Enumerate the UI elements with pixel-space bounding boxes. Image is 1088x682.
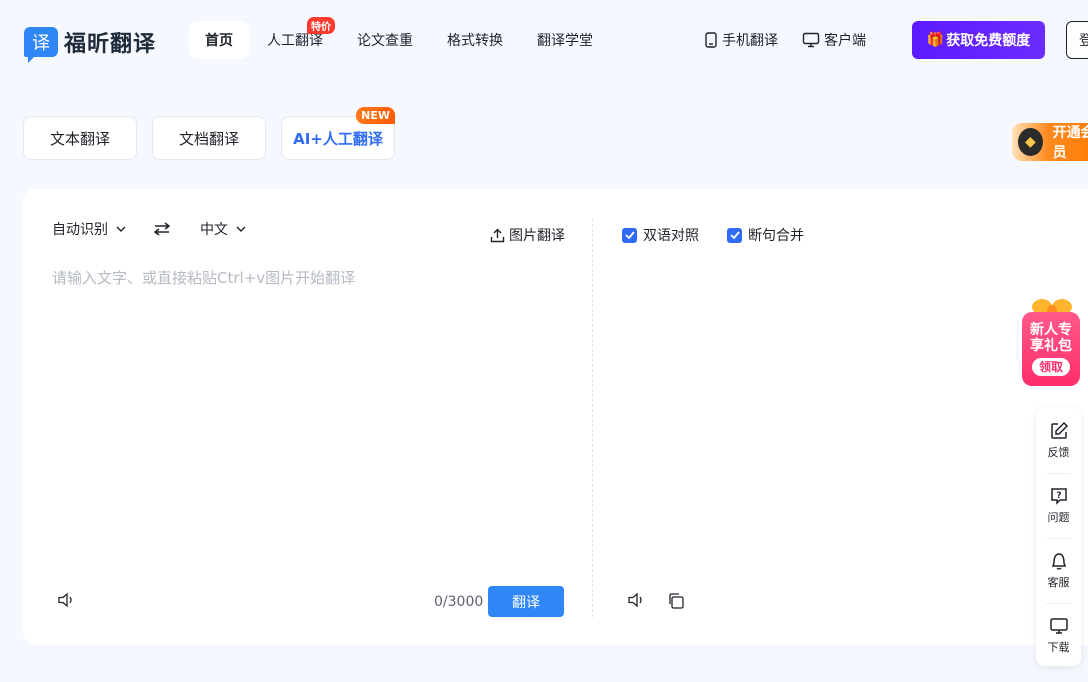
get-free-quota-button[interactable]: 🎁 获取免费额度 <box>912 21 1045 59</box>
image-translate-button[interactable]: 图片翻译 <box>490 225 565 245</box>
source-language-select[interactable]: 自动识别 <box>52 219 126 239</box>
get-free-quota-label: 获取免费额度 <box>946 33 1031 49</box>
login-button[interactable]: 登录 <box>1066 21 1088 59</box>
speaker-icon <box>58 592 72 608</box>
nav-human-translation[interactable]: 人工翻译 特价 <box>251 17 339 59</box>
gift-line1: 新人专 <box>1030 322 1072 338</box>
copy-button[interactable] <box>667 592 685 614</box>
translator-card: 自动识别 中文 图片翻译 请输入文字、或直接粘贴Ctrl+v图片开始翻译 0/3… <box>23 189 1088 645</box>
open-vip-label: 开通会员 <box>1052 125 1088 161</box>
tab-text-translation[interactable]: 文本翻译 <box>23 116 137 160</box>
chevron-down-icon <box>236 226 246 232</box>
ai-human-translation-label: AI+人工翻译 <box>293 129 383 148</box>
checkbox-checked-icon <box>727 227 742 243</box>
logo-text: 福昕翻译 <box>64 32 157 57</box>
header: 译 福昕翻译 首页 人工翻译 特价 论文查重 格式转换 翻译学堂 手机翻译 客户… <box>0 0 1088 80</box>
monitor-icon <box>1049 618 1068 634</box>
mobile-translation-link[interactable]: 手机翻译 <box>704 30 778 50</box>
bilingual-label: 双语对照 <box>643 228 699 244</box>
download-button[interactable]: 下载 <box>1036 616 1081 655</box>
nav-home[interactable]: 首页 <box>189 21 249 59</box>
separator <box>1046 473 1071 474</box>
source-speaker-button[interactable] <box>57 592 75 612</box>
gift-get-button[interactable]: 领取 <box>1032 358 1070 376</box>
language-selector: 自动识别 中文 <box>52 219 246 239</box>
mobile-translation-label: 手机翻译 <box>722 33 778 49</box>
diamond-icon: ◆ <box>1018 128 1043 156</box>
feedback-button[interactable]: 反馈 <box>1036 421 1081 460</box>
tab-document-translation[interactable]: 文档翻译 <box>152 116 266 160</box>
chevron-down-icon <box>116 226 126 232</box>
gift-icon: 🎁 <box>926 32 945 48</box>
nav-plagiarism-check[interactable]: 论文查重 <box>341 21 429 59</box>
checkbox-checked-icon <box>622 227 637 243</box>
char-counter: 0/3000 <box>434 594 484 610</box>
logo[interactable]: 译 福昕翻译 <box>24 26 157 63</box>
edit-icon <box>1050 421 1068 439</box>
separator <box>1046 538 1071 539</box>
source-text-input[interactable]: 请输入文字、或直接粘贴Ctrl+v图片开始翻译 <box>52 267 355 288</box>
newcomer-gift-pack[interactable]: 新人专 享礼包 领取 <box>1022 296 1080 390</box>
image-translate-label: 图片翻译 <box>509 228 565 244</box>
question-icon: ? <box>1050 488 1067 505</box>
merge-sentences-checkbox[interactable]: 断句合并 <box>727 225 804 245</box>
svg-text:?: ? <box>1056 491 1061 501</box>
target-language-label: 中文 <box>200 222 228 238</box>
separator <box>1046 603 1071 604</box>
download-label: 下载 <box>1047 641 1070 654</box>
open-vip-button[interactable]: ◆ 开通会员 <box>1012 123 1088 161</box>
phone-icon <box>705 32 717 48</box>
nav-translation-academy[interactable]: 翻译学堂 <box>521 21 609 59</box>
client-label: 客户端 <box>824 33 866 49</box>
swap-icon <box>154 222 170 236</box>
side-panel: 反馈 ? 问题 客服 下载 <box>1036 408 1081 666</box>
logo-icon: 译 <box>24 27 58 63</box>
output-options: 双语对照 断句合并 <box>622 225 832 245</box>
upload-icon <box>490 228 505 242</box>
feedback-label: 反馈 <box>1047 446 1070 459</box>
source-language-label: 自动识别 <box>52 222 108 238</box>
speaker-icon <box>628 592 642 608</box>
customer-service-button[interactable]: 客服 <box>1036 551 1081 590</box>
translate-button[interactable]: 翻译 <box>488 586 564 617</box>
questions-label: 问题 <box>1047 511 1070 524</box>
target-language-select[interactable]: 中文 <box>200 219 246 239</box>
bilingual-checkbox[interactable]: 双语对照 <box>622 225 699 245</box>
swap-languages-button[interactable] <box>154 222 170 236</box>
main-nav: 首页 人工翻译 特价 论文查重 格式转换 翻译学堂 <box>189 17 611 59</box>
tab-ai-human-translation[interactable]: AI+人工翻译 NEW <box>281 107 395 160</box>
gift-line2: 享礼包 <box>1030 338 1072 354</box>
pane-divider <box>592 219 593 617</box>
monitor-icon <box>802 32 820 48</box>
special-price-badge: 特价 <box>307 17 335 34</box>
merge-sentences-label: 断句合并 <box>748 228 804 244</box>
gift-body: 新人专 享礼包 领取 <box>1022 312 1080 386</box>
new-badge: NEW <box>356 107 395 124</box>
target-speaker-button[interactable] <box>627 592 645 612</box>
service-icon <box>1051 553 1066 570</box>
copy-icon <box>669 593 684 609</box>
customer-service-label: 客服 <box>1047 576 1070 589</box>
nav-format-convert[interactable]: 格式转换 <box>431 21 519 59</box>
questions-button[interactable]: ? 问题 <box>1036 486 1081 525</box>
client-link[interactable]: 客户端 <box>802 30 866 50</box>
header-links: 手机翻译 客户端 <box>704 30 890 50</box>
